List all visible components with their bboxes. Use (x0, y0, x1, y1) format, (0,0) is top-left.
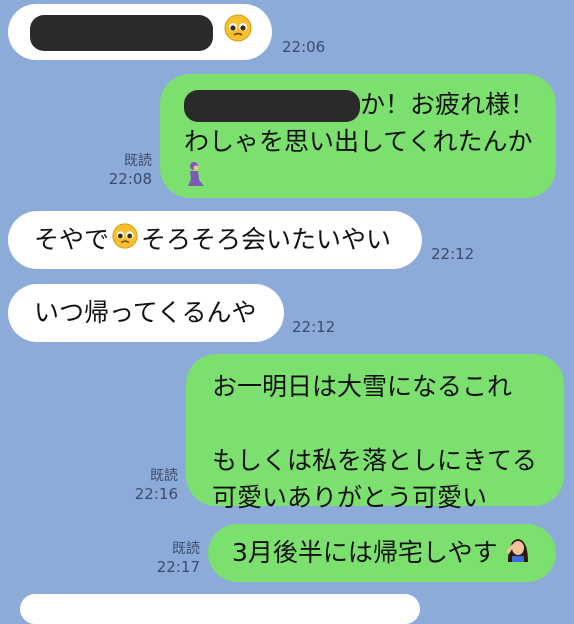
message-time: 22:12 (292, 318, 336, 336)
message-line: お一明日は大雪になるこれ (212, 372, 513, 401)
message-text: いつ帰ってくるんや (34, 298, 257, 327)
message-time: 22:16 (134, 485, 178, 503)
message-meta: 既読 22:16 (126, 467, 178, 504)
message-text: か！お疲れ様！ (360, 90, 536, 119)
redaction-bar (30, 15, 213, 51)
message-bubble-outgoing[interactable]: 3月後半には帰宅しやす (208, 524, 556, 582)
woman-gesture-emoji (502, 534, 532, 574)
message-line: わしゃを思い出してくれたんか (184, 127, 533, 156)
message-text: 3月後半には帰宅しやす (232, 538, 498, 567)
message-time: 22:17 (156, 558, 200, 576)
message-text: そろそろ会いたいやい (141, 225, 392, 254)
message-time: 22:06 (282, 38, 326, 56)
read-receipt: 既読 (150, 468, 178, 484)
message-meta: 既読 22:17 (150, 540, 200, 577)
message-bubble-incoming[interactable] (8, 4, 272, 60)
message-text: そやで (34, 225, 110, 254)
chat-area: 22:06 既読 22:08 か！お疲れ様！ わしゃを思い出してくれたんか そや… (0, 0, 574, 624)
read-receipt: 既読 (172, 541, 200, 557)
message-meta: 既読 22:08 (98, 152, 152, 189)
message-line: か！お疲れ様！ (184, 86, 556, 123)
pleading-face-emoji (111, 222, 139, 260)
person-kneeling-emoji (184, 161, 206, 199)
message-line: もしくは私を落としにきてる (212, 446, 538, 475)
redaction-bar (184, 90, 360, 122)
message-bubble-outgoing[interactable]: お一明日は大雪になるこれ もしくは私を落としにきてる 可愛いありがとう可愛い (186, 354, 564, 512)
message-bubble-outgoing[interactable]: か！お疲れ様！ わしゃを思い出してくれたんか (160, 74, 556, 198)
message-time: 22:08 (108, 170, 152, 188)
read-receipt: 既読 (124, 153, 152, 169)
message-bubble-incoming-partial[interactable] (20, 594, 420, 624)
message-time: 22:12 (431, 245, 475, 263)
pleading-face-emoji (223, 13, 253, 53)
message-bubble-incoming[interactable]: いつ帰ってくるんや (8, 284, 284, 342)
message-bubble-incoming[interactable]: そやで そろそろ会いたいやい (8, 211, 422, 269)
message-line: 可愛いありがとう可愛い (212, 483, 488, 512)
message-line-blank (212, 405, 564, 442)
